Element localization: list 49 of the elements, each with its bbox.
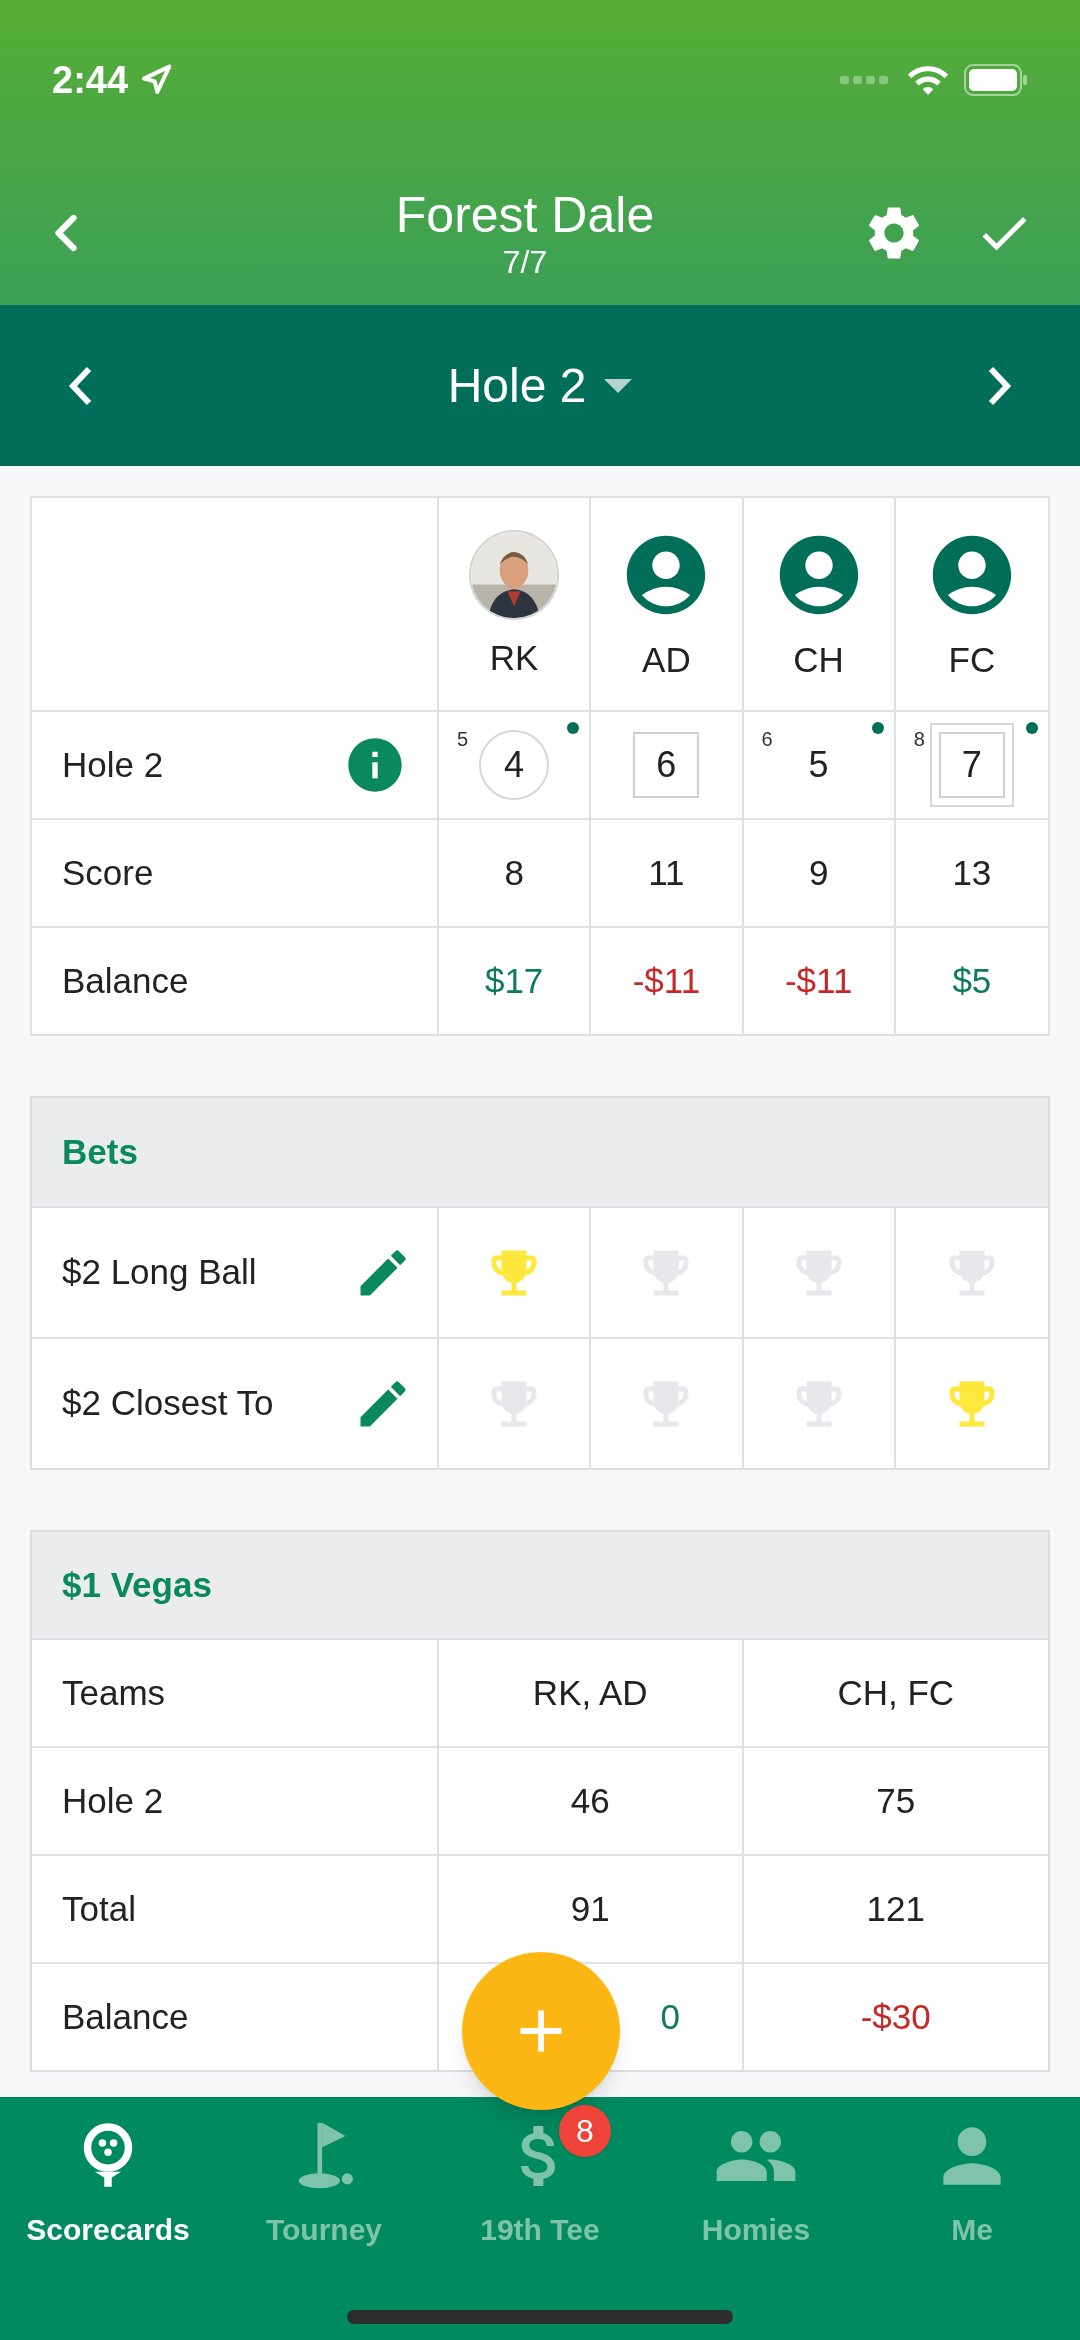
stroke-count: 8 (913, 727, 925, 752)
vegas-value: -$30 (860, 1995, 931, 2038)
notification-badge: 8 (559, 2105, 611, 2157)
row-label: Total (62, 1887, 136, 1930)
stroke-count: 5 (457, 727, 469, 752)
section-title: $1 Vegas (62, 1563, 212, 1606)
vegas-value: 0 (660, 1995, 680, 2038)
vegas-value: CH, FC (837, 1671, 955, 1714)
vegas-value: 75 (876, 1779, 916, 1822)
vegas-value: 121 (866, 1887, 925, 1930)
vegas-value: 46 (570, 1779, 610, 1822)
bet-name: $2 Closest To (62, 1382, 274, 1425)
row-label: Hole 2 (62, 743, 164, 786)
hole-score: 5 (808, 747, 829, 783)
course-title: Forest Dale (395, 185, 655, 244)
round-count: 7/7 (502, 243, 548, 280)
player-initials: FC (948, 638, 996, 681)
score-double-square[interactable]: 7 (929, 723, 1014, 807)
row-label: Balance (62, 959, 189, 1002)
balance-amount: -$11 (632, 959, 701, 1002)
player-initials: CH (793, 638, 844, 681)
section-title: Bets (62, 1130, 138, 1173)
chevron-right-icon (988, 365, 1012, 406)
row-label: Score (62, 851, 154, 894)
balance-amount: -$11 (784, 959, 853, 1002)
total-score: 9 (808, 851, 829, 894)
row-label: Balance (62, 1995, 189, 2038)
status-time: 2:44 (52, 57, 129, 103)
location-arrow-icon (140, 64, 173, 96)
row-label: Teams (62, 1671, 166, 1714)
row-label: Hole 2 (62, 1779, 164, 1822)
vegas-value: 91 (570, 1887, 610, 1930)
player-initials: RK (489, 636, 539, 679)
total-score: 13 (952, 851, 992, 894)
vegas-value: RK, AD (532, 1671, 648, 1714)
player-initials: AD (642, 638, 691, 681)
balance-amount: $5 (952, 959, 992, 1002)
chevron-left-icon (68, 365, 92, 406)
dropdown-caret-icon (604, 378, 633, 393)
signal-dots-icon (840, 75, 888, 85)
bet-name: $2 Long Ball (62, 1251, 257, 1294)
total-score: 11 (648, 851, 685, 894)
score-square[interactable]: 6 (633, 732, 700, 798)
battery-icon (964, 64, 1028, 96)
tab-bar-item[interactable]: Scorecards (8, 2111, 208, 2257)
stroke-count: 6 (761, 727, 773, 752)
balance-amount: $17 (484, 959, 544, 1002)
hole-selector[interactable]: Hole 2 (447, 349, 633, 422)
total-score: 8 (504, 851, 524, 894)
